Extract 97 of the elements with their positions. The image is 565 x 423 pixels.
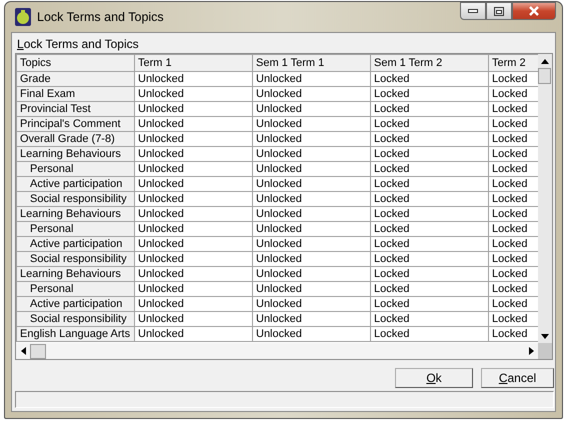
table-cell: Unlocked (134, 102, 252, 116)
topic-cell: Grade (16, 72, 134, 86)
table-cell: Locked (370, 176, 488, 192)
table-cell: Locked (370, 312, 488, 326)
topic-cell: Active participation (16, 176, 134, 192)
close-icon (528, 6, 540, 16)
table-cell: Locked (370, 282, 488, 296)
table-cell: Locked (370, 162, 488, 176)
table-cell: Unlocked (252, 72, 370, 86)
table-cell: Locked (370, 206, 488, 222)
table-cell: Unlocked (134, 132, 252, 146)
scroll-left-icon[interactable] (20, 347, 26, 355)
table-cell: Locked (370, 222, 488, 236)
group-label: Lock Terms and Topics (16, 36, 140, 53)
table-cell: Locked (370, 132, 488, 146)
table-cell: Unlocked (252, 176, 370, 192)
topic-cell: Learning Behaviours (16, 206, 134, 222)
table-cell: Locked (370, 266, 488, 282)
topic-cell: Social responsibility (16, 252, 134, 266)
table-cell: Unlocked (252, 236, 370, 252)
topic-cell: English Language Arts (16, 326, 134, 342)
table-cell: Unlocked (252, 116, 370, 132)
topic-cell: Social responsibility (16, 312, 134, 326)
scroll-down-icon[interactable] (541, 334, 549, 338)
table-cell: Unlocked (134, 252, 252, 266)
table-cell: Unlocked (134, 162, 252, 176)
table-cell: Locked (370, 86, 488, 102)
table-cell: Unlocked (252, 86, 370, 102)
close-button[interactable] (512, 2, 556, 20)
table-cell: Unlocked (252, 132, 370, 146)
maximize-button[interactable] (486, 2, 512, 20)
table-cell: Unlocked (252, 206, 370, 222)
table-cell: Unlocked (134, 206, 252, 222)
table-cell: Unlocked (134, 192, 252, 206)
table-cell: Unlocked (252, 146, 370, 162)
topic-cell: Personal (16, 282, 134, 296)
column-header[interactable]: Sem 1 Term 1 (252, 54, 370, 72)
topic-cell: Provincial Test (16, 102, 134, 116)
topic-cell: Overall Grade (7-8) (16, 132, 134, 146)
scroll-thumb[interactable] (538, 68, 551, 84)
topic-cell: Active participation (16, 236, 134, 252)
minimize-button[interactable] (460, 2, 486, 20)
table-cell: Unlocked (252, 252, 370, 266)
table-cell: Unlocked (252, 222, 370, 236)
table-cell: Locked (370, 252, 488, 266)
scroll-right-icon[interactable] (528, 347, 534, 355)
table-cell: Unlocked (252, 296, 370, 312)
table-cell: Unlocked (134, 176, 252, 192)
table-cell: Locked (370, 192, 488, 206)
column-header[interactable]: Topics (16, 54, 134, 72)
topic-cell: Learning Behaviours (16, 266, 134, 282)
minimize-icon (468, 9, 478, 13)
table-cell: Unlocked (134, 296, 252, 312)
topic-cell: Social responsibility (16, 192, 134, 206)
horizontal-scrollbar[interactable] (16, 343, 538, 359)
vertical-scrollbar[interactable] (538, 54, 552, 343)
table-cell: Unlocked (134, 116, 252, 132)
table-cell: Unlocked (252, 102, 370, 116)
scroll-up-icon[interactable] (541, 58, 549, 64)
table-cell: Unlocked (134, 266, 252, 282)
topic-cell: Principal's Comment (16, 116, 134, 132)
ok-button[interactable]: Ok (395, 368, 473, 388)
column-header[interactable]: Sem 1 Term 2 (370, 54, 488, 72)
table-cell: Locked (370, 236, 488, 252)
table-cell: Unlocked (134, 222, 252, 236)
table-cell: Unlocked (252, 282, 370, 296)
table-cell: Locked (370, 326, 488, 342)
topic-cell: Final Exam (16, 86, 134, 102)
table-cell: Unlocked (252, 312, 370, 326)
topic-cell: Learning Behaviours (16, 146, 134, 162)
table-cell: Locked (370, 296, 488, 312)
maximize-icon (494, 6, 504, 16)
table-cell: Locked (370, 72, 488, 86)
window-title: Lock Terms and Topics (37, 10, 164, 24)
scroll-thumb[interactable] (30, 344, 46, 358)
cancel-button[interactable]: Cancel (481, 368, 554, 388)
table-cell: Unlocked (134, 86, 252, 102)
table-cell: Unlocked (134, 146, 252, 162)
table-cell: Unlocked (134, 236, 252, 252)
table-cell: Unlocked (252, 192, 370, 206)
table-cell: Unlocked (134, 72, 252, 86)
topic-cell: Personal (16, 162, 134, 176)
table-cell: Unlocked (134, 312, 252, 326)
topic-cell: Personal (16, 222, 134, 236)
table-cell: Unlocked (252, 162, 370, 176)
table-cell: Unlocked (134, 282, 252, 296)
column-header[interactable]: Term 1 (134, 54, 252, 72)
scrollbar-corner (538, 343, 552, 359)
table-cell: Locked (370, 146, 488, 162)
table-cell: Locked (370, 116, 488, 132)
table-cell: Unlocked (252, 266, 370, 282)
topic-cell: Active participation (16, 296, 134, 312)
table-cell: Unlocked (252, 326, 370, 342)
table-cell: Unlocked (134, 326, 252, 342)
column-header[interactable]: Term 2 (488, 54, 538, 72)
table-cell: Locked (370, 102, 488, 116)
app-icon (15, 8, 31, 26)
